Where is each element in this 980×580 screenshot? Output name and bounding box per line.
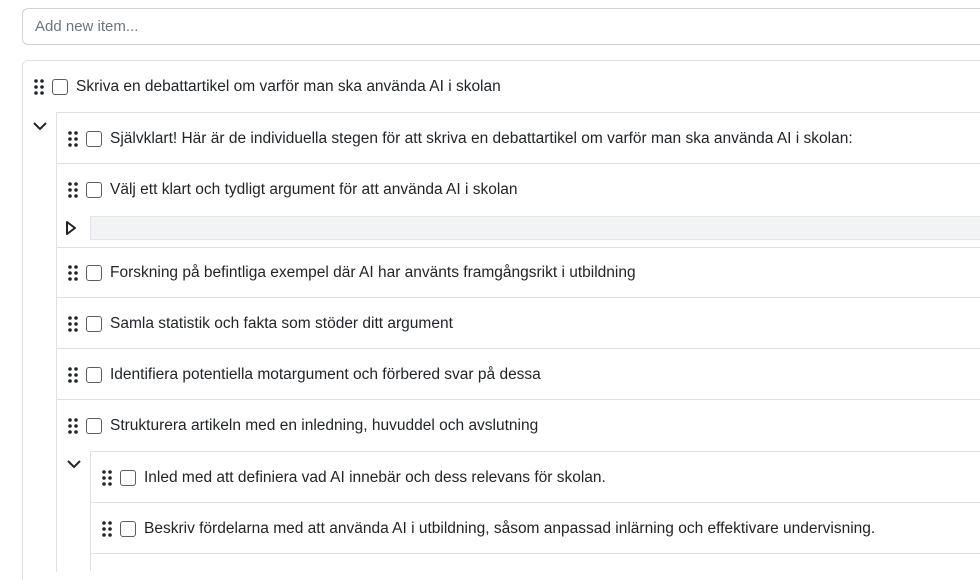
add-new-item-input[interactable] [22, 8, 980, 45]
drag-handle-icon[interactable] [68, 182, 78, 198]
drag-handle-icon[interactable] [68, 418, 78, 434]
drag-handle-icon[interactable] [102, 470, 112, 486]
collapsed-subtask-bar[interactable] [90, 216, 980, 240]
item-checkbox[interactable] [52, 79, 68, 95]
list-item: Beskriv fördelarna med att använda AI i … [102, 504, 980, 554]
item-checkbox[interactable] [86, 316, 102, 332]
item-label: Inled med att definiera vad AI innebär o… [144, 469, 606, 486]
divider [56, 399, 980, 400]
divider [56, 348, 980, 349]
drag-handle-icon[interactable] [68, 316, 78, 332]
list-item: Skriva en debattartikel om varför man sk… [34, 62, 980, 112]
item-label: Forskning på befintliga exempel där AI h… [110, 264, 636, 281]
item-label: Samla statistik och fakta som stöder dit… [110, 315, 453, 332]
drag-handle-icon[interactable] [102, 521, 112, 537]
divider [56, 163, 980, 164]
divider [56, 297, 980, 298]
list-item: Forskning på befintliga exempel där AI h… [68, 248, 980, 298]
item-checkbox[interactable] [86, 265, 102, 281]
item-label: Skriva en debattartikel om varför man sk… [76, 78, 501, 95]
list-item: Identifiera potentiella motargument och … [68, 350, 980, 400]
item-label: Beskriv fördelarna med att använda AI i … [144, 520, 876, 537]
item-checkbox[interactable] [120, 521, 136, 537]
item-checkbox[interactable] [86, 182, 102, 198]
caret-right-icon[interactable] [64, 220, 78, 236]
item-checkbox[interactable] [86, 418, 102, 434]
drag-handle-icon[interactable] [68, 131, 78, 147]
item-label: Strukturera artikeln med en inledning, h… [110, 417, 539, 434]
drag-handle-icon[interactable] [34, 79, 44, 95]
drag-handle-icon[interactable] [68, 367, 78, 383]
chevron-down-icon[interactable] [66, 456, 82, 472]
divider [90, 502, 980, 503]
item-checkbox[interactable] [86, 131, 102, 147]
list-item: Självklart! Här är de individuella stege… [68, 114, 980, 164]
drag-handle-icon[interactable] [68, 265, 78, 281]
item-label: Identifiera potentiella motargument och … [110, 366, 541, 383]
item-checkbox[interactable] [120, 470, 136, 486]
list-item: Inled med att definiera vad AI innebär o… [102, 453, 980, 503]
divider [90, 553, 980, 554]
list-item: Välj ett klart och tydligt argument för … [68, 165, 980, 215]
item-checkbox[interactable] [86, 367, 102, 383]
item-label: Välj ett klart och tydligt argument för … [110, 181, 518, 198]
chevron-down-icon[interactable] [32, 118, 48, 134]
list-item: Samla statistik och fakta som stöder dit… [68, 299, 980, 349]
item-label: Självklart! Här är de individuella stege… [110, 130, 853, 147]
list-item: Strukturera artikeln med en inledning, h… [68, 401, 980, 451]
